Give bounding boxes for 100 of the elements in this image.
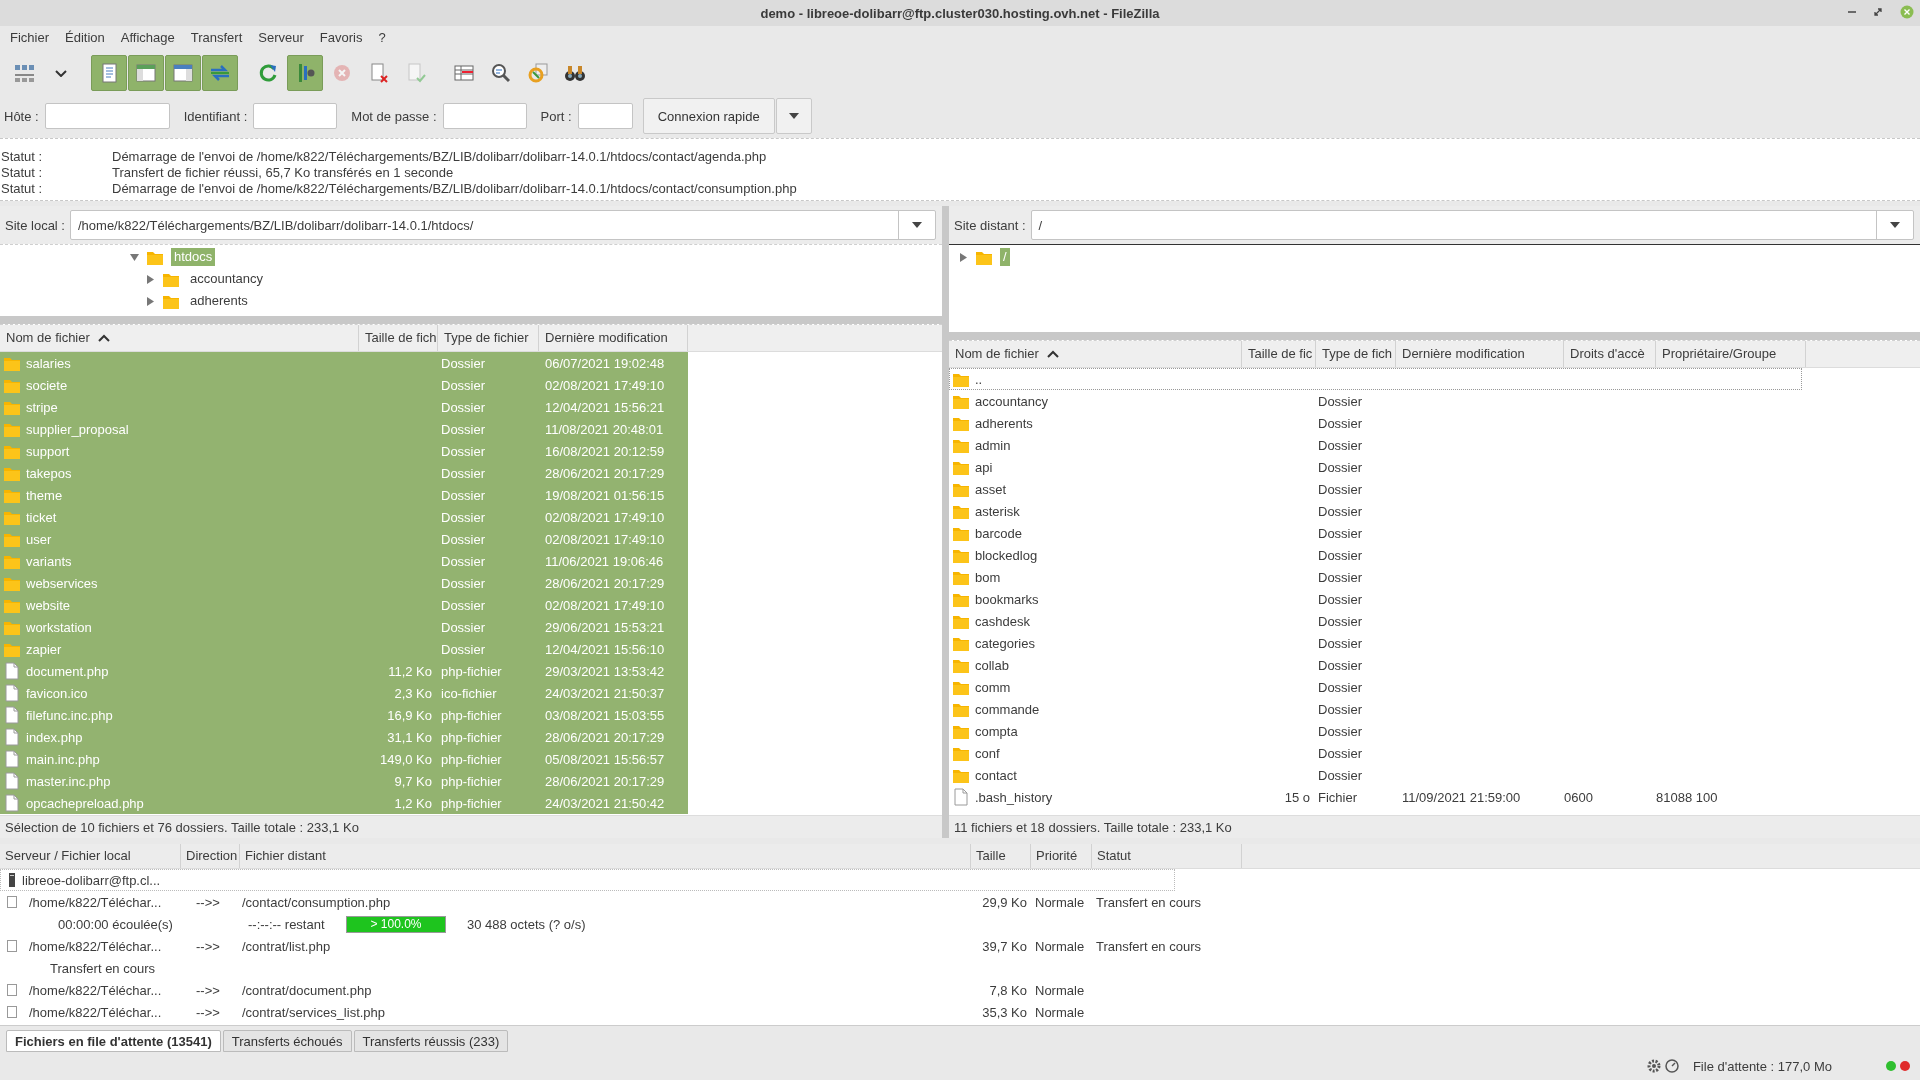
column-header[interactable]: Direction	[181, 844, 240, 868]
log-message: Démarrage de l'envoi de /home/k822/Téléchargements/BZ/LIB/dolibarr/dolibarr-14.0.1/htdocs/contact/agenda.php	[112, 149, 767, 165]
tree-item[interactable]: accountancy	[187, 270, 266, 288]
file-row[interactable]: contact Dossier	[949, 764, 1806, 786]
file-name: societe	[26, 377, 68, 393]
tree-item[interactable]: adherents	[187, 292, 251, 310]
path-combobox[interactable]: /	[1030, 210, 1914, 240]
servers-icon	[13, 62, 35, 84]
file-row[interactable]: barcode Dossier	[949, 522, 1806, 544]
column-header[interactable]: Type de fich	[1316, 341, 1396, 367]
elapsed-time: 00:00:00 écoulée(s)	[58, 916, 174, 932]
table-cell-text: php-fichier	[440, 751, 503, 767]
file-row[interactable]: accountancy Dossier	[949, 390, 1806, 412]
sync-icon	[527, 62, 549, 84]
file-name: stripe	[26, 399, 58, 415]
field-label: Hôte :	[4, 108, 39, 124]
file-icon	[7, 896, 17, 908]
local-tree-button[interactable]	[128, 55, 164, 91]
file-name: ..	[975, 371, 983, 387]
column-header[interactable]: Taille	[971, 844, 1031, 868]
file-name: asset	[975, 481, 1007, 497]
file-row[interactable]: blockedlog Dossier	[949, 544, 1806, 566]
file-name: blockedlog	[975, 547, 1038, 563]
file-row[interactable]: adherents Dossier	[949, 412, 1806, 434]
file-row[interactable]: cashdesk Dossier	[949, 610, 1806, 632]
table-cell-text: /contact/consumption.php	[241, 894, 392, 910]
input-field[interactable]	[44, 103, 170, 129]
column-header[interactable]: Priorité	[1031, 844, 1092, 868]
queue-tab[interactable]: Fichiers en file d'attente (13541)	[6, 1030, 221, 1052]
column-header[interactable]: Dernière modification	[1396, 341, 1564, 367]
magnifier-icon	[490, 62, 512, 84]
table-cell-text: 02/08/2021 17:49:10	[544, 377, 666, 393]
message-log-button[interactable]	[91, 55, 127, 91]
file-row[interactable]: conf Dossier	[949, 742, 1806, 764]
progress-label: > 100.0%	[369, 916, 423, 932]
file-row[interactable]: bom Dossier	[949, 566, 1806, 588]
table-cell-text: 11/06/2021 19:06:46	[544, 553, 665, 569]
table-cell-text: 1,2 Ko	[393, 795, 433, 811]
menu-item[interactable]: Affichage	[112, 27, 183, 49]
column-header[interactable]: Propriétaire/Groupe	[1656, 341, 1806, 367]
input-field[interactable]	[577, 103, 633, 129]
file-row[interactable]: bookmarks Dossier	[949, 588, 1806, 610]
remote-tree-button[interactable]	[165, 55, 201, 91]
table-cell-text: Normale	[1034, 1004, 1086, 1020]
input-field[interactable]	[442, 103, 527, 129]
file-row[interactable]: ..	[949, 368, 1802, 390]
menu-item[interactable]: Serveur	[250, 27, 312, 49]
queue-tab[interactable]: Transferts échoués	[222, 1030, 352, 1052]
file-name: takepos	[26, 465, 72, 481]
transfer-queue-button[interactable]	[202, 55, 238, 91]
table-cell-text: Dossier	[1317, 679, 1364, 695]
column-header[interactable]: Type de fichier	[438, 325, 539, 351]
column-header[interactable]: Droits d'accè	[1564, 341, 1656, 367]
table-cell-text: -->>	[195, 938, 221, 954]
table-cell-text: 03/08/2021 15:03:55	[544, 707, 666, 723]
file-row[interactable]: compta Dossier	[949, 720, 1806, 742]
column-header[interactable]: Taille de fich	[359, 325, 438, 351]
table-cell-text: /contrat/list.php	[241, 938, 332, 954]
path-combobox[interactable]: /home/k822/Téléchargements/BZ/LIB/dolibarr/dolibarr-14.0.1/htdocs/	[70, 210, 936, 240]
restore-icon	[1872, 6, 1884, 18]
table-cell-text: Dossier	[1317, 481, 1364, 497]
quickconnect-button[interactable]: Connexion rapide	[642, 98, 775, 134]
server-row[interactable]: libreoe-dolibarr@ftp.cl...	[0, 869, 1175, 891]
menu-item[interactable]: Favoris	[311, 27, 371, 49]
file-icon	[3, 706, 21, 724]
file-row[interactable]: .bash_history 15 o Fichier 11/09/2021 21:59:00 0600 81088 100	[949, 786, 1806, 808]
file-row[interactable]: collab Dossier	[949, 654, 1806, 676]
input-field[interactable]	[253, 103, 338, 129]
file-name: cashdesk	[975, 613, 1030, 629]
file-row[interactable]: comm Dossier	[949, 676, 1806, 698]
file-row[interactable]: api Dossier	[949, 456, 1806, 478]
column-header[interactable]: Nom de fichier	[0, 325, 359, 351]
file-name: opcachepreload.php	[26, 795, 144, 811]
file-name: variants	[26, 553, 72, 569]
file-name: support	[26, 443, 70, 459]
history-dropdown-button[interactable]	[775, 98, 812, 134]
column-header[interactable]: Nom de fichier	[949, 341, 1242, 367]
menu-item[interactable]: ?	[370, 27, 394, 49]
menu-item[interactable]: Transfert	[182, 27, 251, 49]
column-header[interactable]: Serveur / Fichier local	[0, 844, 181, 868]
file-row[interactable]: asterisk Dossier	[949, 500, 1806, 522]
column-header[interactable]: Dernière modification	[539, 325, 688, 351]
column-header[interactable]: Fichier distant	[240, 844, 971, 868]
file-row[interactable]: admin Dossier	[949, 434, 1806, 456]
menu-item[interactable]: Édition	[57, 27, 113, 49]
file-icon	[3, 662, 21, 680]
file-row[interactable]: categories Dossier	[949, 632, 1806, 654]
server-name: libreoe-dolibarr@ftp.cl...	[22, 872, 161, 888]
caret-down-icon	[1890, 222, 1900, 228]
queue-tab[interactable]: Transferts réussis (233)	[353, 1030, 509, 1052]
file-row[interactable]: commande Dossier	[949, 698, 1806, 720]
site-label: Site distant :	[954, 217, 1026, 233]
column-header[interactable]: Statut	[1092, 844, 1242, 868]
file-row[interactable]: asset Dossier	[949, 478, 1806, 500]
table-cell-text: Dossier	[440, 377, 487, 393]
process-queue-button[interactable]	[287, 55, 323, 91]
menu-item[interactable]: Fichier	[2, 27, 57, 49]
column-header[interactable]: Taille de fic	[1242, 341, 1316, 367]
table-cell-text: Dossier	[440, 487, 487, 503]
file-name: api	[975, 459, 993, 475]
